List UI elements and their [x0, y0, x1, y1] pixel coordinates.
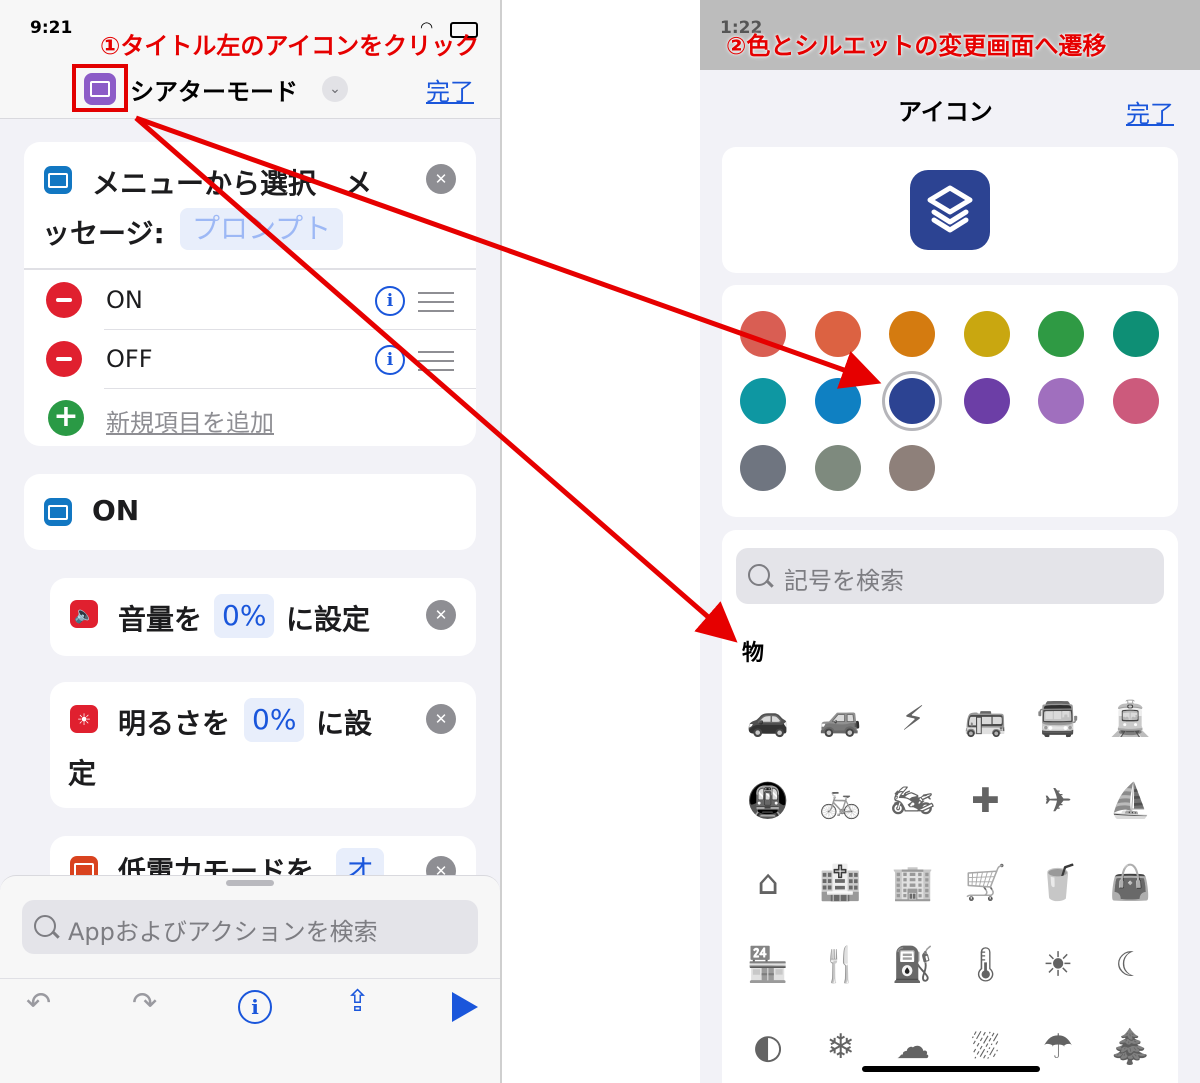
annotation-arrows	[134, 115, 882, 643]
arrow-to-color	[135, 115, 882, 389]
arrow-to-glyph	[134, 116, 738, 643]
